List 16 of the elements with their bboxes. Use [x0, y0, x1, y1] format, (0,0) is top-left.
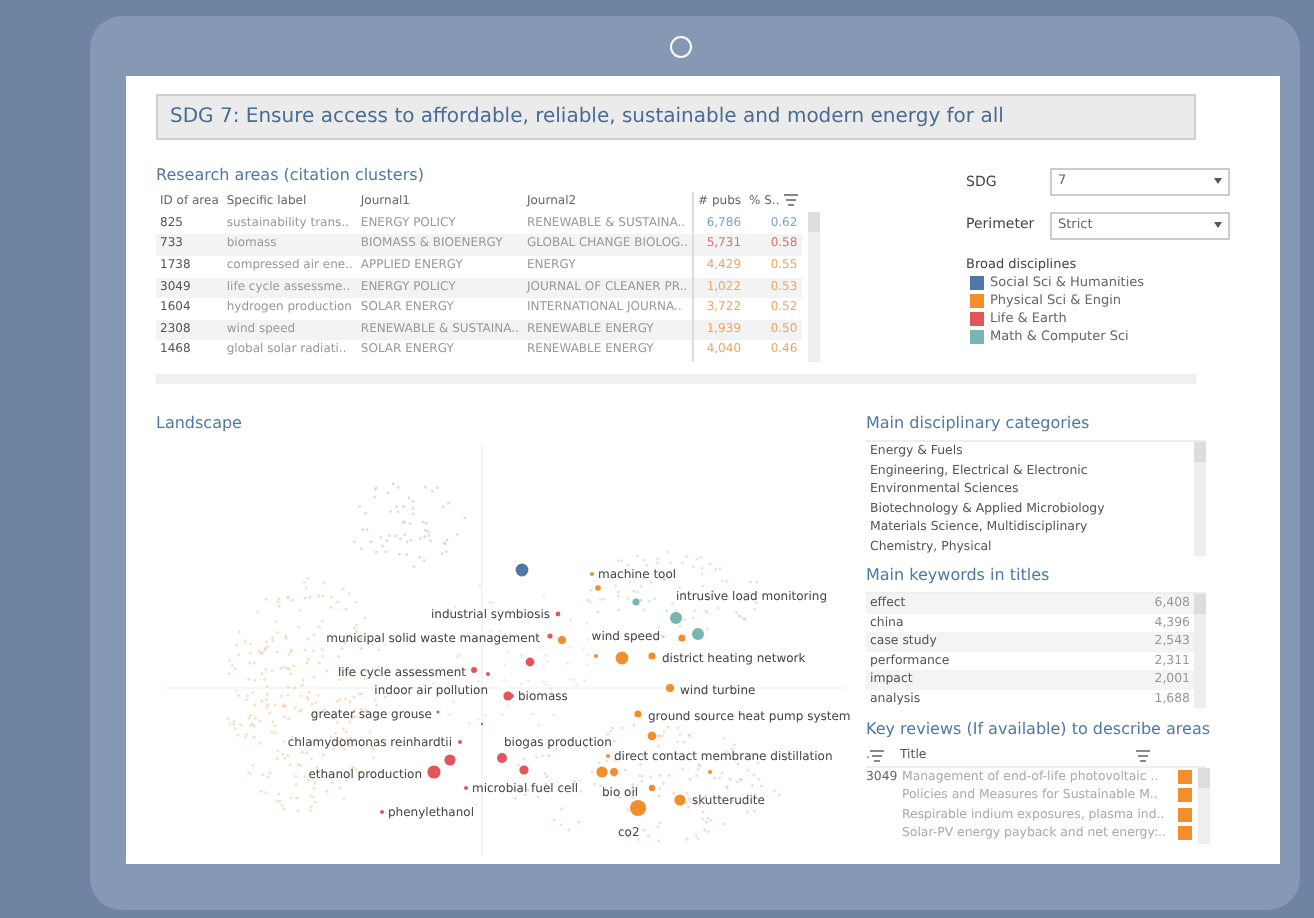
sort-icon[interactable]: [869, 749, 884, 762]
camera-icon: [670, 36, 692, 58]
sort-icon[interactable]: [783, 194, 798, 207]
scrollbar[interactable]: [1194, 442, 1206, 556]
caret-icon: [1214, 178, 1222, 185]
scrollbar[interactable]: [1194, 594, 1206, 708]
scrollbar[interactable]: [807, 212, 820, 362]
section-heading: Main keywords in titles: [866, 564, 1052, 588]
sort-icon[interactable]: [1135, 749, 1150, 762]
scrollbar[interactable]: [1198, 767, 1210, 843]
section-heading: Landscape: [156, 412, 244, 436]
section-heading: Main disciplinary categories: [866, 412, 1092, 436]
dashboard-title: SDG 7: Ensure access to affordable, reliable, sustainable and modern energy for all: [156, 94, 1196, 140]
section-heading: Key reviews (If available) to describe areas: [866, 718, 1206, 742]
section-heading: Research areas (citation clusters): [156, 164, 426, 188]
caret-icon: [1214, 222, 1222, 229]
